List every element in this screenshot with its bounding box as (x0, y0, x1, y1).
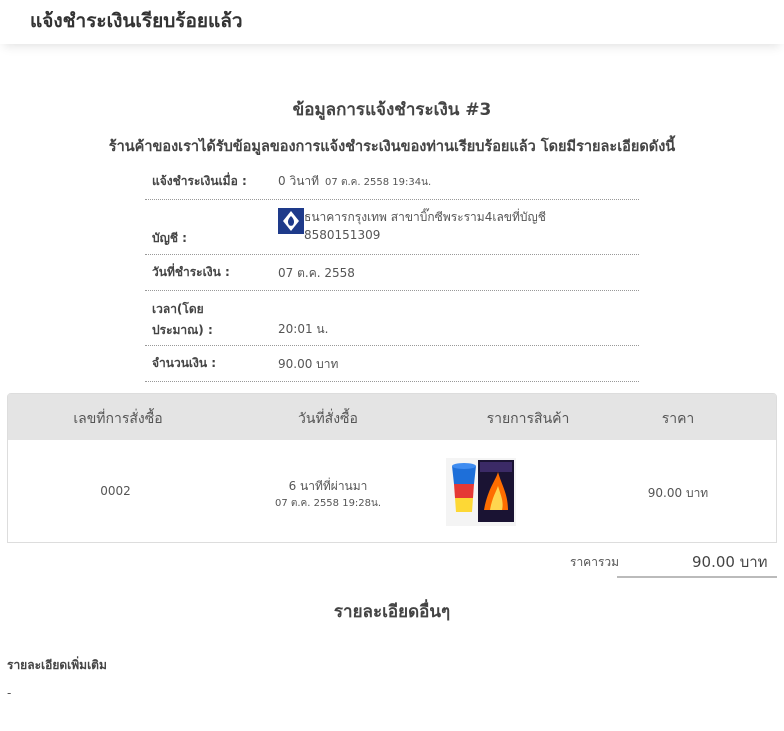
col-order-no: เลขที่การสั่งซื้อ (73, 411, 163, 427)
info-row-paid-date: วันที่ชำระเงิน : 07 ต.ค. 2558 (145, 255, 639, 291)
product-thumbnail[interactable] (446, 458, 516, 526)
bangkok-bank-logo-icon (278, 208, 304, 234)
time-label: เวลา(โดย ประมาณ) : (152, 299, 213, 341)
paid-date-label: วันที่ชำระเงิน : (152, 265, 230, 279)
paid-date-value: 07 ต.ค. 2558 (278, 266, 355, 280)
total-divider (617, 576, 777, 578)
info-row-notified: แจ้งชำระเงินเมื่อ : 0 วินาที 07 ต.ค. 2558… (145, 164, 639, 200)
amount-value: 90.00 บาท (278, 357, 339, 371)
payment-info-title: ข้อมูลการแจ้งชำระเงิน #3 (292, 100, 492, 120)
other-details-title: รายละเอียดอื่นๆ (333, 602, 451, 622)
time-label-line1: เวลา(โดย (152, 302, 204, 316)
page-title: แจ้งชำระเงินเรียบร้อยแล้ว (30, 10, 243, 32)
order-datetime: 07 ต.ค. 2558 19:28น. (274, 498, 382, 509)
account-label: บัญชี : (152, 231, 187, 245)
payment-info-subtitle: ร้านค้าของเราได้รับข้อมูลของการแจ้งชำระเ… (108, 139, 676, 155)
info-row-account: บัญชี : ธนาคารกรุงเทพ สาขาบิ๊กซีพระราม4เ… (145, 200, 639, 255)
payment-info-list: แจ้งชำระเงินเมื่อ : 0 วินาที 07 ต.ค. 2558… (145, 164, 639, 382)
order-price: 90.00 บาท (647, 486, 709, 500)
info-row-amount: จำนวนเงิน : 90.00 บาท (145, 346, 639, 382)
col-order-date: วันที่สั่งซื้อ (298, 411, 358, 427)
extra-details-value: - (7, 686, 12, 700)
col-product: รายการสินค้า (486, 411, 570, 427)
extra-details-label: รายละเอียดเพิ่มเติม (7, 658, 107, 672)
order-relative-time: 6 นาทีที่ผ่านมา (288, 479, 368, 493)
account-value: ธนาคารกรุงเทพ สาขาบิ๊กซีพระราม4เลขที่บัญ… (304, 208, 546, 244)
notified-relative: 0 วินาที (278, 174, 320, 188)
order-date-cell: 6 นาทีที่ผ่านมา 07 ต.ค. 2558 19:28น. (238, 477, 418, 511)
notified-datetime: 07 ต.ค. 2558 19:34น. (325, 177, 432, 188)
total-label: ราคารวม (570, 555, 620, 569)
amount-label: จำนวนเงิน : (152, 356, 217, 370)
notified-value: 0 วินาที 07 ต.ค. 2558 19:34น. (278, 172, 431, 192)
account-number: 8580151309 (304, 228, 381, 242)
account-bank-branch: ธนาคารกรุงเทพ สาขาบิ๊กซีพระราม4เลขที่บัญ… (304, 210, 546, 224)
order-number[interactable]: 0002 (38, 484, 193, 498)
total-value: 90.00 บาท (692, 553, 768, 571)
page-header: แจ้งชำระเงินเรียบร้อยแล้ว (0, 0, 784, 44)
col-price: ราคา (661, 411, 695, 427)
notified-label: แจ้งชำระเงินเมื่อ : (152, 174, 247, 188)
time-value: 20:01 น. (278, 322, 329, 336)
time-label-line2: ประมาณ) : (152, 323, 213, 337)
info-row-time: เวลา(โดย ประมาณ) : 20:01 น. (145, 291, 639, 346)
order-table: เลขที่การสั่งซื้อ วันที่สั่งซื้อ รายการส… (7, 393, 777, 543)
order-table-header: เลขที่การสั่งซื้อ วันที่สั่งซื้อ รายการส… (8, 394, 776, 440)
